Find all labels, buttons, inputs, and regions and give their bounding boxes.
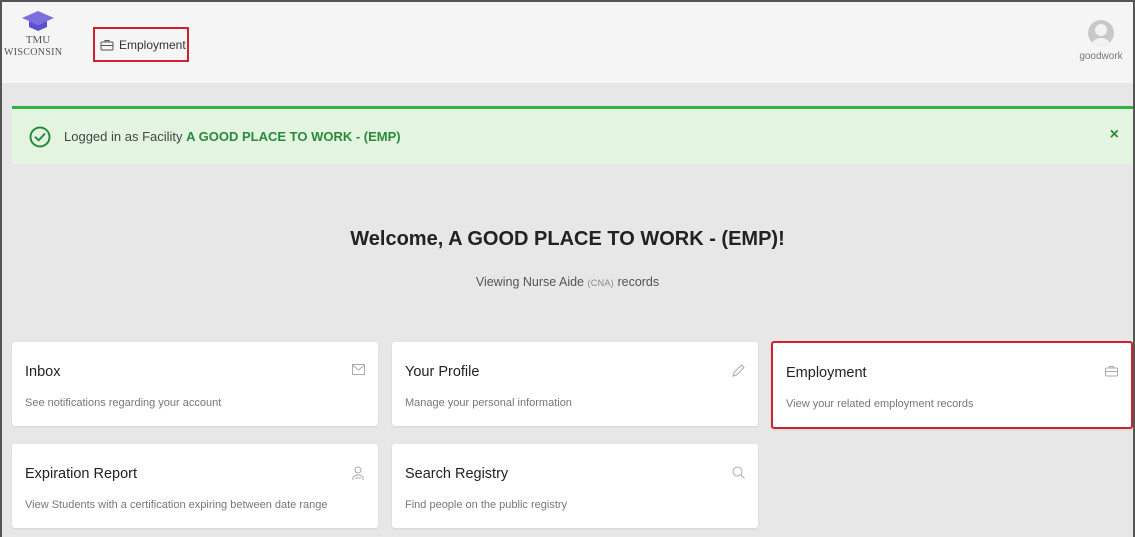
- alert-prefix: Logged in as Facility: [64, 129, 187, 144]
- graduation-cap-icon: [22, 11, 54, 31]
- card-expiration-report[interactable]: Expiration Report View Students with a c…: [12, 444, 378, 528]
- card-title: Inbox: [25, 364, 61, 380]
- nav-employment-label: Employment: [119, 37, 186, 52]
- card-description: Find people on the public registry: [405, 499, 568, 511]
- logo-text-state: WISCONSIN: [4, 47, 63, 58]
- subtitle-tag: (CNA): [587, 278, 614, 288]
- card-employment[interactable]: Employment View your related employment …: [771, 341, 1133, 429]
- close-icon[interactable]: ×: [1110, 126, 1119, 144]
- card-your-profile[interactable]: Your Profile Manage your personal inform…: [392, 342, 758, 426]
- avatar: [1088, 20, 1114, 46]
- username: goodwork: [1079, 51, 1123, 62]
- login-success-alert: Logged in as Facility A GOOD PLACE TO WO…: [12, 106, 1133, 164]
- card-description: View Students with a certification expir…: [25, 499, 328, 511]
- user-icon: [1091, 24, 1111, 46]
- logo-text-tmu: TMU: [25, 34, 51, 46]
- card-title: Employment: [786, 365, 867, 381]
- card-inbox[interactable]: Inbox See notifications regarding your a…: [12, 342, 378, 426]
- briefcase-icon: [1105, 365, 1118, 377]
- page-title: Welcome, A GOOD PLACE TO WORK - (EMP)!: [350, 228, 785, 250]
- card-description: See notifications regarding your account: [25, 397, 222, 409]
- pencil-icon: [731, 364, 745, 378]
- logo[interactable]: TMU WISCONSIN: [4, 10, 68, 59]
- envelope-icon: [352, 364, 365, 375]
- card-description: Manage your personal information: [405, 397, 572, 409]
- user-menu[interactable]: goodwork: [1077, 20, 1125, 62]
- search-icon: [732, 466, 745, 479]
- card-search-registry[interactable]: Search Registry Find people on the publi…: [392, 444, 758, 528]
- app-window: TMU WISCONSIN Employment goodwork Logged…: [0, 0, 1135, 537]
- page-subtitle: Viewing Nurse Aide (CNA) records: [2, 275, 1133, 289]
- briefcase-icon: [100, 39, 114, 51]
- card-title: Your Profile: [405, 364, 480, 380]
- alert-message: Logged in as Facility A GOOD PLACE TO WO…: [64, 129, 401, 144]
- card-title: Search Registry: [405, 466, 509, 482]
- alert-facility-name: A GOOD PLACE TO WORK - (EMP): [186, 129, 401, 144]
- top-navbar: TMU WISCONSIN Employment goodwork: [2, 2, 1133, 83]
- subtitle-before: Viewing Nurse Aide: [475, 275, 588, 289]
- check-circle-icon: [29, 126, 51, 148]
- subtitle-after: records: [613, 275, 660, 289]
- nav-employment-link[interactable]: Employment: [93, 27, 189, 62]
- card-description: View your related employment records: [786, 398, 974, 410]
- users-icon: [351, 466, 365, 481]
- card-title: Expiration Report: [25, 466, 138, 482]
